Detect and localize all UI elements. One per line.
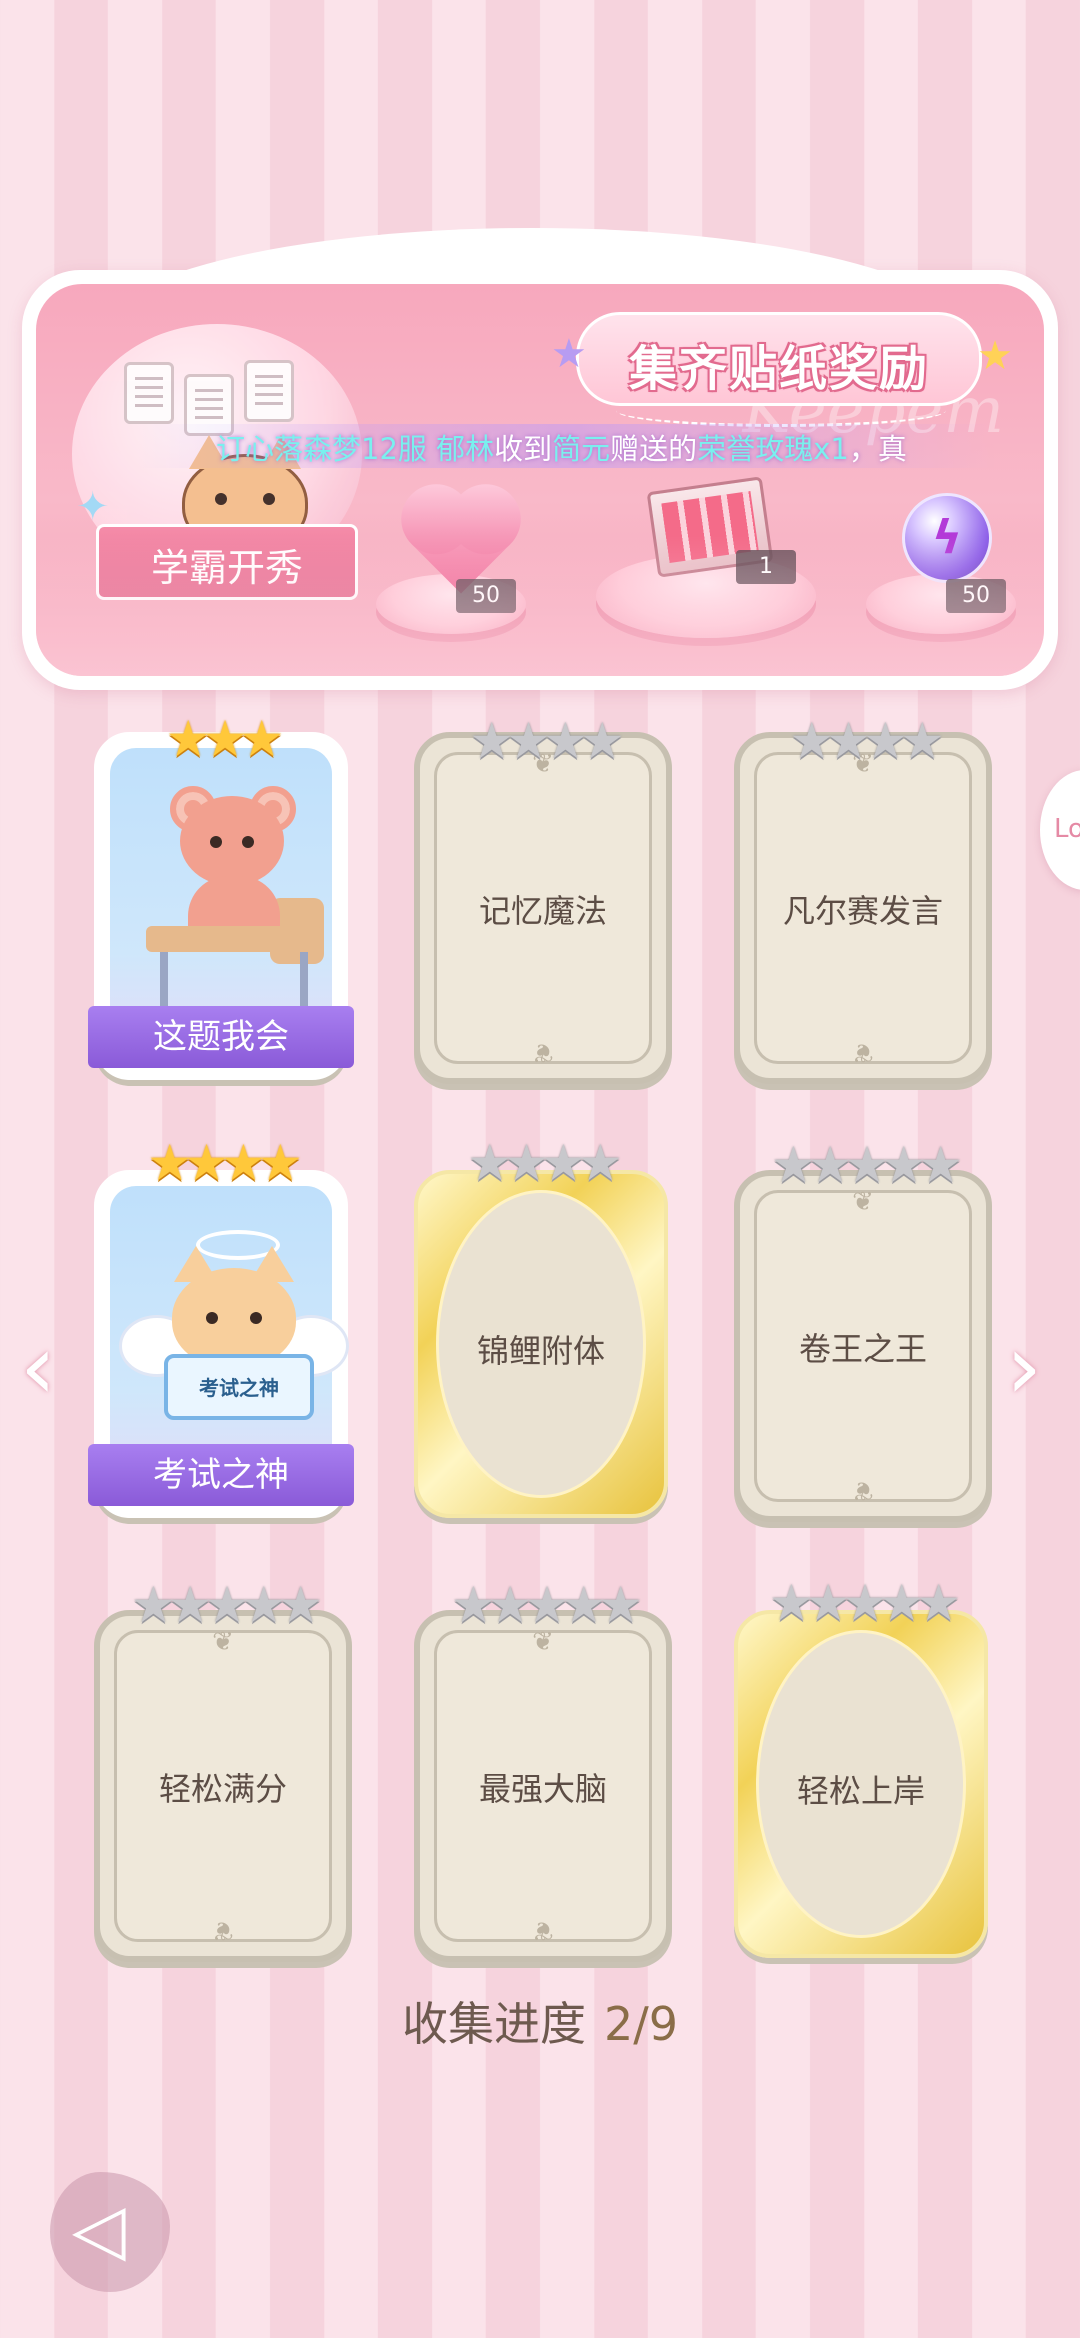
banner-title: 集齐贴纸奖励 bbox=[628, 341, 929, 397]
sticker-card[interactable]: ★★★ 这题我会 bbox=[88, 714, 354, 1080]
sticker-name: 凡尔赛发言 bbox=[782, 892, 943, 930]
sign-text: 考试之神 bbox=[199, 1376, 279, 1400]
prev-page-arrow-icon[interactable]: ‹ bbox=[20, 1315, 56, 1420]
ticker-gift: 荣誉玫瑰x1 bbox=[697, 432, 849, 466]
star-rating: ★★★★ bbox=[147, 1134, 302, 1192]
cat-mascot-icon bbox=[182, 435, 308, 552]
heart-gem-icon bbox=[411, 494, 511, 594]
sticker-card[interactable]: ★★★★★ 轻松满分 bbox=[94, 1580, 352, 1962]
reward-energy-orb[interactable]: 50 bbox=[876, 479, 1006, 613]
star-rating: ★★★★★ bbox=[130, 1576, 323, 1634]
exam-sign: 考试之神 bbox=[164, 1354, 314, 1420]
sticker-card[interactable]: ★★★★★ 最强大脑 bbox=[414, 1580, 672, 1962]
star-rating: ★★★★★ bbox=[768, 1574, 961, 1632]
sticker-name: 最强大脑 bbox=[478, 1770, 607, 1808]
reward-count: 50 bbox=[456, 579, 516, 613]
reward-count: 50 bbox=[946, 579, 1006, 613]
side-tab[interactable]: Lo bbox=[1040, 770, 1080, 890]
bear-mascot-icon bbox=[180, 796, 284, 886]
ticker-sender: 简元 bbox=[552, 432, 611, 466]
gift-box-icon bbox=[646, 476, 774, 578]
sticker-name: 轻松满分 bbox=[158, 1770, 287, 1808]
star-icon: ★ bbox=[977, 333, 1013, 379]
paper-icon bbox=[244, 360, 294, 422]
ticker-server: 订心落森梦12服 bbox=[216, 432, 427, 466]
energy-orb-icon bbox=[902, 493, 992, 583]
star-rating: ★★★★★ bbox=[450, 1576, 643, 1634]
gift-ticker: 订心落森梦12服 郁林收到简元赠送的荣誉玫瑰x1，真 bbox=[136, 424, 996, 468]
star-rating: ★★★★ bbox=[469, 712, 624, 770]
sticker-name: 考试之神 bbox=[88, 1444, 354, 1506]
next-page-arrow-icon[interactable]: › bbox=[1006, 1315, 1042, 1420]
reward-count: 1 bbox=[736, 550, 796, 584]
reward-heart-gem[interactable]: 50 bbox=[386, 479, 516, 613]
ticker-text-part: 赠送的 bbox=[610, 432, 698, 466]
progress-label: 收集进度 bbox=[401, 1997, 586, 2051]
reward-pedestal bbox=[596, 554, 816, 638]
sticker-name: 这题我会 bbox=[88, 1006, 354, 1068]
sticker-name: 记忆魔法 bbox=[478, 892, 607, 930]
reward-pedestal bbox=[866, 574, 1016, 634]
collection-progress: 收集进度 2/9 bbox=[0, 1988, 1080, 2054]
star-rating: ★★★ bbox=[165, 710, 284, 768]
sticker-card[interactable]: ★★★★★ 轻松上岸 bbox=[734, 1578, 988, 1958]
back-arrow-icon: ◁ bbox=[72, 2188, 126, 2270]
sticker-card[interactable]: ★★★★ 凡尔赛发言 bbox=[734, 716, 992, 1084]
ticker-message: 订心落森梦12服 郁林收到简元赠送的荣誉玫瑰x1，真 bbox=[216, 426, 907, 468]
dashed-decoration bbox=[616, 394, 946, 427]
ticker-text-part: 收到 bbox=[494, 432, 553, 466]
reward-pedestal bbox=[376, 574, 526, 634]
banner-panel: Keepem ✦ 学霸开秀 ★ 集齐贴纸奖励 ★ 订心落森梦12服 郁林收到简元… bbox=[36, 284, 1044, 676]
sticker-card[interactable]: ★★★★ 锦鲤附体 bbox=[414, 1138, 668, 1518]
star-rating: ★★★★ bbox=[467, 1134, 622, 1192]
paper-icon bbox=[124, 362, 174, 424]
sticker-card[interactable]: 考试之神 ★★★★ 考试之神 bbox=[88, 1138, 354, 1518]
reward-gift-box[interactable]: 1 bbox=[626, 474, 796, 594]
sticker-name: 卷王之王 bbox=[798, 1330, 927, 1368]
ticker-text-part: ，真 bbox=[848, 432, 907, 466]
sticker-set-ribbon: 学霸开秀 bbox=[96, 524, 358, 600]
side-tab-label: Lo bbox=[1054, 814, 1080, 844]
ticker-receiver: 郁林 bbox=[436, 432, 495, 466]
star-rating: ★★★★★ bbox=[770, 1136, 963, 1194]
sticker-name: 锦鲤附体 bbox=[476, 1332, 605, 1370]
back-button[interactable]: ◁ bbox=[50, 2172, 170, 2292]
sticker-name: 轻松上岸 bbox=[796, 1772, 925, 1810]
desk-icon bbox=[146, 926, 322, 952]
sticker-card[interactable]: ★★★★★ 卷王之王 bbox=[734, 1140, 992, 1522]
cat-angel-icon bbox=[172, 1246, 296, 1368]
banner-title-pill: ★ 集齐贴纸奖励 ★ bbox=[551, 312, 1013, 406]
sticker-set-name: 学霸开秀 bbox=[150, 546, 303, 590]
progress-value: 2/9 bbox=[603, 1997, 679, 2051]
star-rating: ★★★★ bbox=[789, 712, 944, 770]
reward-banner: Keepem ✦ 学霸开秀 ★ 集齐贴纸奖励 ★ 订心落森梦12服 郁林收到简元… bbox=[22, 228, 1058, 690]
sticker-card[interactable]: ★★★★ 记忆魔法 bbox=[414, 716, 672, 1084]
